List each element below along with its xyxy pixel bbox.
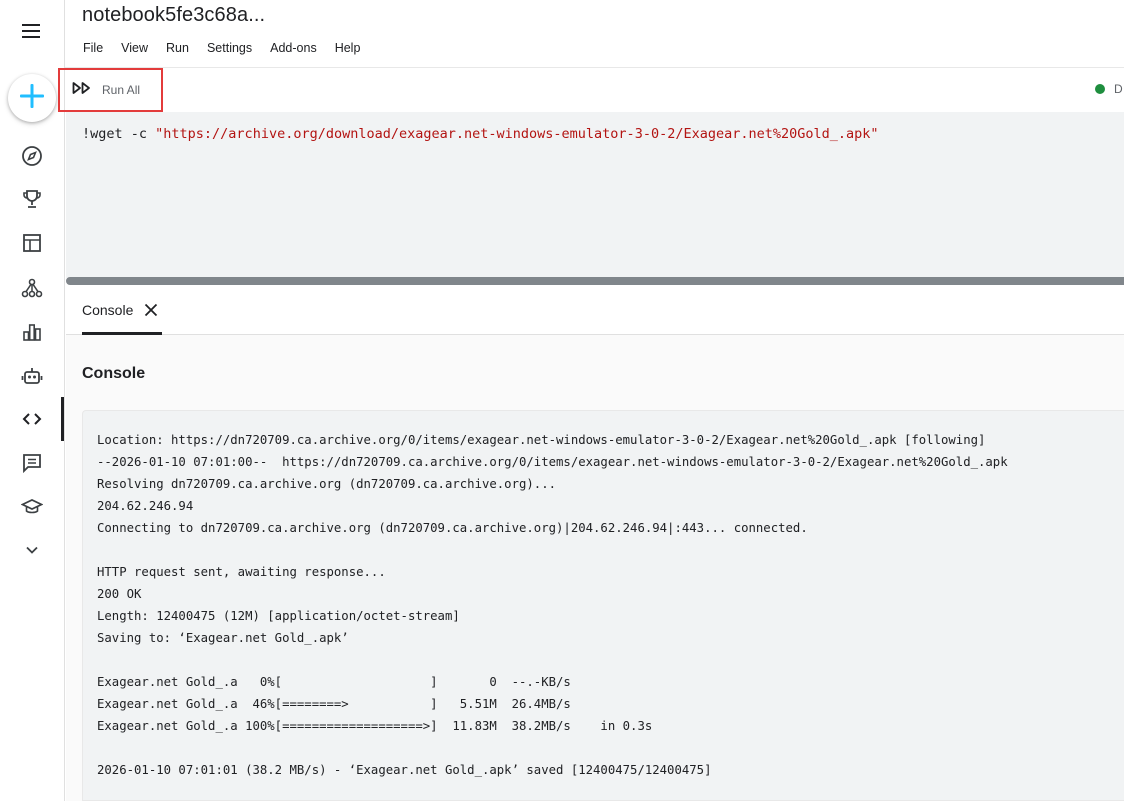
- menu-help[interactable]: Help: [335, 41, 361, 55]
- tab-active-underline: [82, 332, 162, 335]
- bar-chart-icon[interactable]: [20, 320, 44, 344]
- console-line: 200 OK: [97, 587, 142, 601]
- notebook-title[interactable]: notebook5fe3c68a...: [82, 4, 265, 27]
- create-button[interactable]: [8, 74, 56, 122]
- menu-icon[interactable]: [20, 22, 44, 40]
- menu-add-ons[interactable]: Add-ons: [270, 41, 317, 55]
- console-line: Resolving dn720709.ca.archive.org (dn720…: [97, 477, 557, 491]
- session-status-dot: [1095, 84, 1105, 94]
- code-editor[interactable]: !wget -c "https://archive.org/download/e…: [82, 126, 879, 142]
- tab-console-label: Console: [82, 302, 134, 318]
- graduation-cap-icon[interactable]: [20, 495, 44, 519]
- comment-icon[interactable]: [20, 451, 44, 475]
- run-all-label: Run All: [102, 83, 141, 97]
- console-line: Exagear.net Gold_.a 100%[===============…: [97, 719, 653, 733]
- chevron-down-icon[interactable]: [20, 538, 44, 562]
- compass-icon[interactable]: [20, 144, 44, 168]
- console-line: Connecting to dn720709.ca.archive.org (d…: [97, 521, 808, 535]
- console-output-text: Location: https://dn720709.ca.archive.or…: [97, 429, 1008, 781]
- fast-forward-icon: [72, 81, 92, 100]
- panel-tab-bar: Console: [66, 285, 1124, 335]
- tab-console[interactable]: Console: [82, 285, 159, 335]
- code-cell[interactable]: !wget -c "https://archive.org/download/e…: [66, 112, 1124, 278]
- console-line: Saving to: ‘Exagear.net Gold_.apk’: [97, 631, 349, 645]
- close-icon[interactable]: [143, 302, 159, 318]
- session-status-label[interactable]: D: [1114, 82, 1123, 96]
- console-line: Exagear.net Gold_.a 0%[ ] 0 --.-KB/s: [97, 675, 571, 689]
- console-line: 2026-01-10 07:01:01 (38.2 MB/s) - ‘Exage…: [97, 763, 712, 777]
- menu-view[interactable]: View: [121, 41, 148, 55]
- menu-bar: File View Run Settings Add-ons Help: [83, 41, 378, 55]
- active-indicator: [61, 397, 64, 441]
- code-string: "https://archive.org/download/exagear.ne…: [155, 126, 879, 142]
- console-line: Location: https://dn720709.ca.archive.or…: [97, 433, 986, 447]
- console-heading: Console: [82, 365, 146, 382]
- console-panel: Console Console Location: https://dn7207…: [66, 285, 1124, 801]
- robot-icon[interactable]: [20, 364, 44, 388]
- trophy-icon[interactable]: [20, 187, 44, 211]
- console-output: Location: https://dn720709.ca.archive.or…: [82, 410, 1124, 801]
- run-all-button[interactable]: Run All: [58, 68, 163, 112]
- console-line: --2026-01-10 07:01:00-- https://dn720709…: [97, 455, 1008, 469]
- toolbar-divider: [65, 67, 1124, 68]
- network-icon[interactable]: [20, 276, 44, 300]
- console-line: Exagear.net Gold_.a 46%[========> ] 5.51…: [97, 697, 571, 711]
- left-rail: [0, 0, 65, 801]
- panel-resize-handle[interactable]: [66, 277, 1124, 285]
- menu-settings[interactable]: Settings: [207, 41, 252, 55]
- code-command: !wget -c: [82, 126, 156, 142]
- table-icon[interactable]: [20, 231, 44, 255]
- console-line: HTTP request sent, awaiting response...: [97, 565, 386, 579]
- code-icon[interactable]: [20, 407, 44, 431]
- console-line: 204.62.246.94: [97, 499, 194, 513]
- menu-run[interactable]: Run: [166, 41, 189, 55]
- plus-icon: [19, 83, 45, 114]
- console-line: Length: 12400475 (12M) [application/octe…: [97, 609, 460, 623]
- menu-file[interactable]: File: [83, 41, 103, 55]
